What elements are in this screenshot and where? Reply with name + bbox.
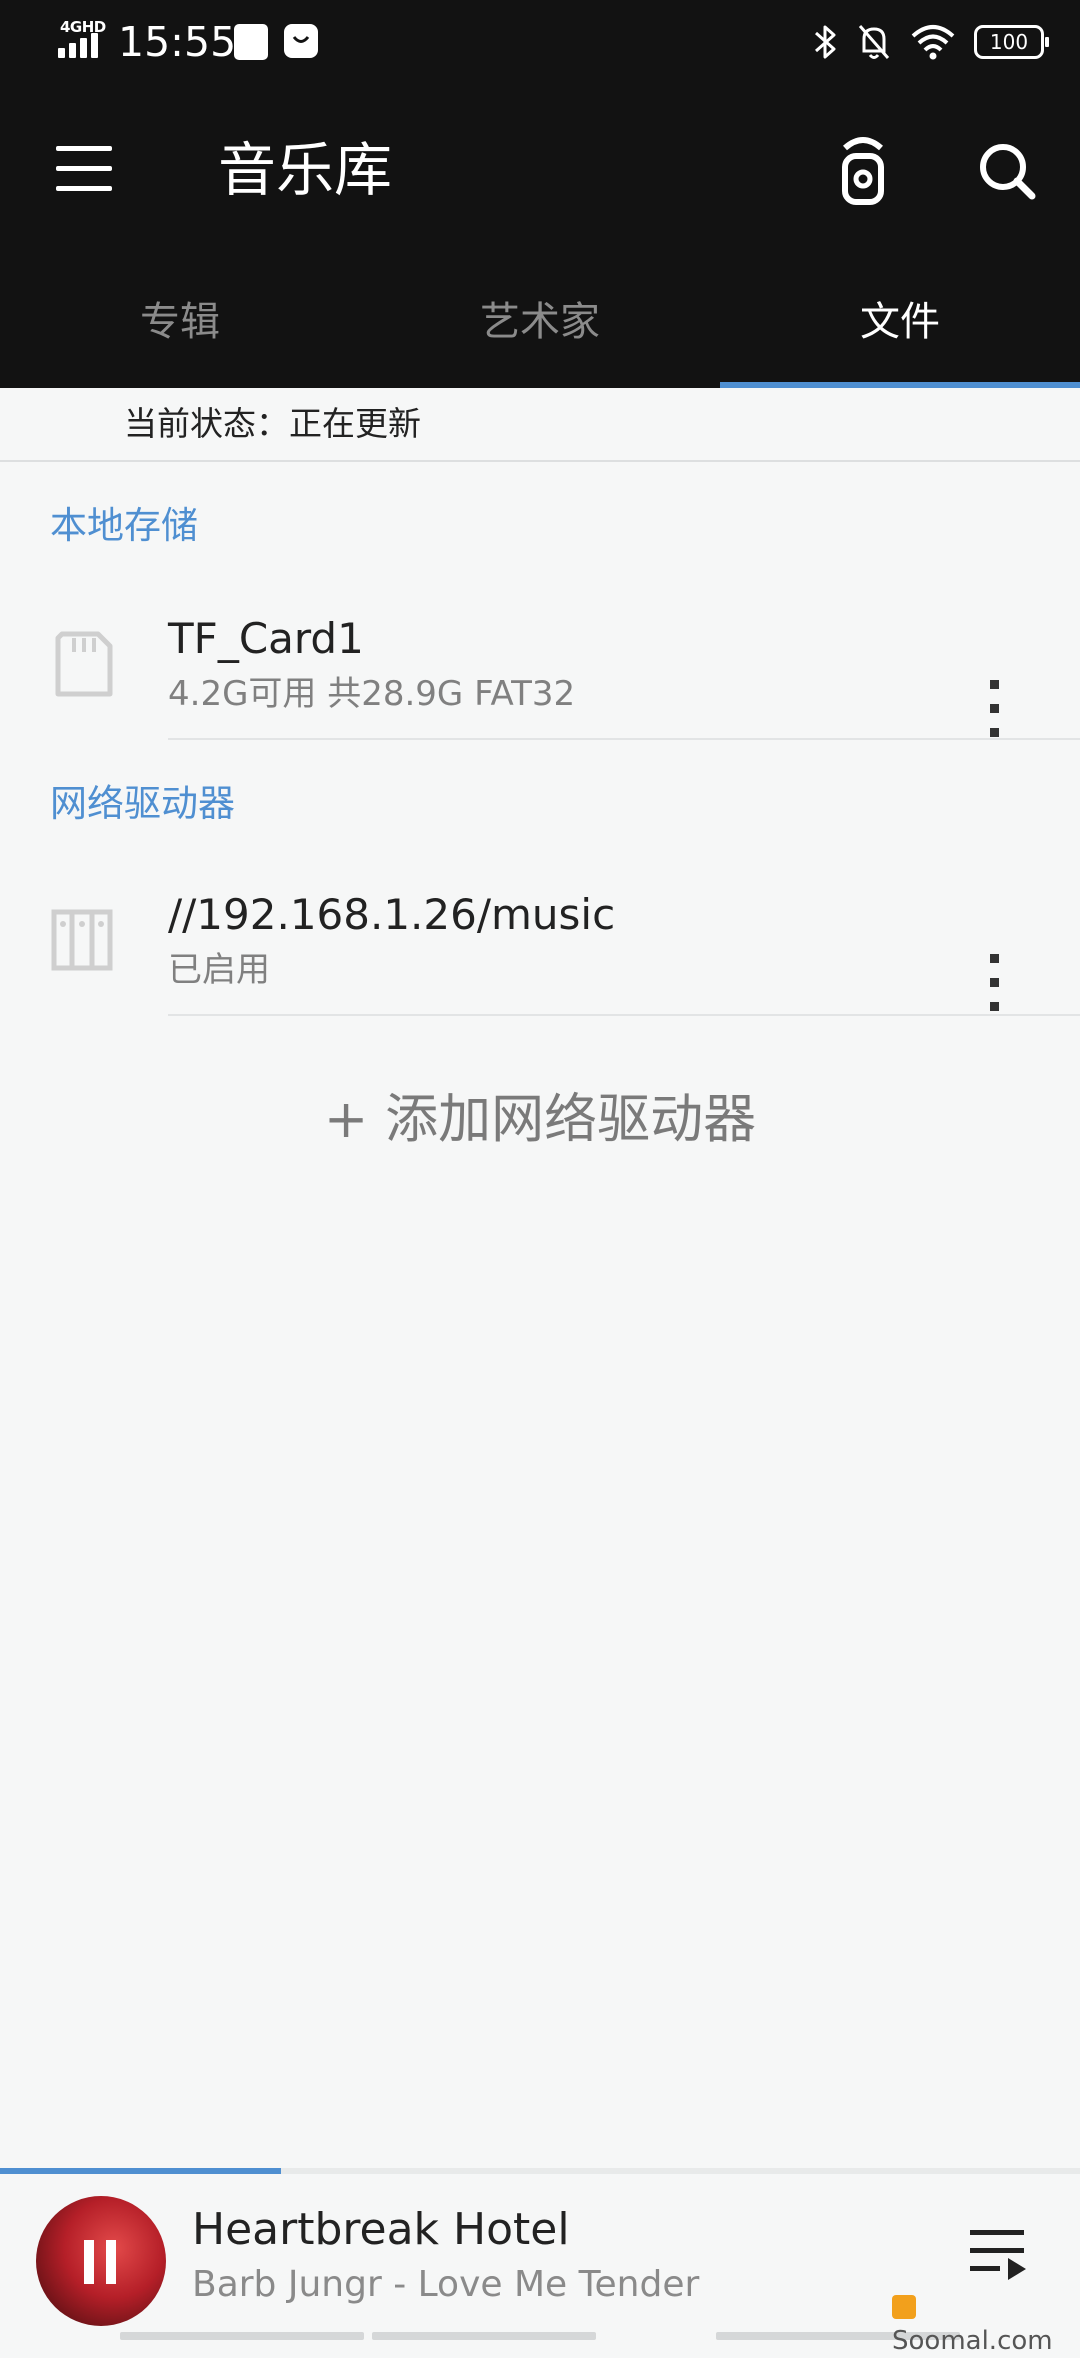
bell-off-icon	[858, 25, 890, 59]
storage-capacity: 4.2G可用 共28.9G FAT32	[168, 674, 576, 714]
library-status-text: 当前状态：正在更新	[124, 404, 421, 443]
song-artist-album: Barb Jungr - Love Me Tender	[192, 2264, 700, 2305]
divider	[168, 738, 1080, 740]
menu-icon[interactable]	[52, 140, 116, 196]
sd-card-icon	[50, 630, 114, 702]
nas-drive-icon	[50, 908, 114, 976]
status-bar: 4GHD 15:55 100	[0, 0, 1080, 84]
status-time: 15:55	[118, 18, 237, 66]
page-title: 音乐库	[218, 136, 393, 204]
remote-control-icon[interactable]	[830, 126, 896, 212]
queue-icon[interactable]	[966, 2226, 1030, 2286]
album-cover	[36, 2196, 166, 2326]
shopping-bag-icon	[284, 24, 318, 58]
storage-item-tf-card[interactable]: TF_Card1 4.2G可用 共28.9G FAT32	[0, 588, 1080, 740]
tab-files[interactable]: 文件	[720, 280, 1080, 388]
drive-status: 已启用	[168, 950, 270, 990]
bluetooth-icon	[815, 25, 836, 59]
search-icon[interactable]	[972, 136, 1042, 206]
watermark: Soomal.com	[892, 2290, 1080, 2358]
add-network-drive-button[interactable]: + 添加网络驱动器	[0, 1080, 1080, 1160]
network-drive-item[interactable]: //192.168.1.26/music 已启用	[0, 864, 1080, 1016]
section-header-local-storage: 本地存储	[50, 504, 198, 547]
song-title: Heartbreak Hotel	[192, 2204, 570, 2255]
bottom-indicator	[120, 2332, 960, 2340]
pause-icon[interactable]	[84, 2240, 118, 2284]
divider	[168, 1014, 1080, 1016]
library-status: 当前状态：正在更新	[0, 388, 1080, 462]
tab-albums[interactable]: 专辑	[0, 280, 360, 388]
app-notification-icon	[234, 24, 268, 60]
wifi-icon	[911, 25, 955, 60]
more-options-icon[interactable]	[970, 630, 1018, 737]
battery-icon: 100	[974, 25, 1049, 59]
app-bar: 音乐库 专辑 艺术家 文件	[0, 84, 1080, 388]
cellular-signal-icon: 4GHD	[58, 18, 106, 60]
storage-name: TF_Card1	[168, 614, 364, 663]
soomal-logo-icon	[892, 2295, 916, 2319]
more-options-icon[interactable]	[970, 906, 1018, 1011]
network-type: 4GHD	[60, 18, 106, 36]
section-header-network-drives: 网络驱动器	[50, 782, 235, 825]
watermark-text: Soomal.com	[892, 2326, 1053, 2356]
tab-artists[interactable]: 艺术家	[360, 280, 720, 388]
tab-bar: 专辑 艺术家 文件	[0, 280, 1080, 388]
drive-path: //192.168.1.26/music	[168, 890, 616, 939]
